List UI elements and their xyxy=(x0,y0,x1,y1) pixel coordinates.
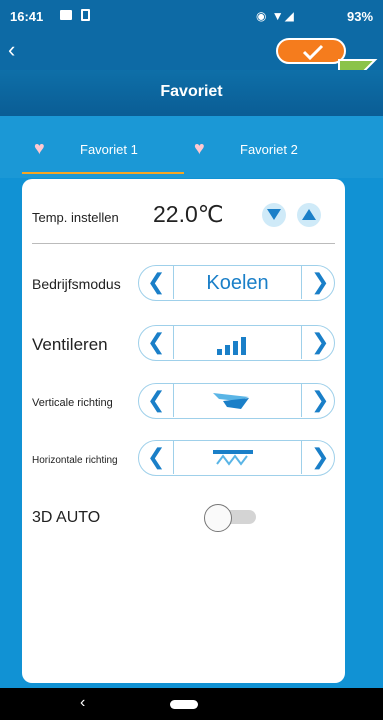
toggle-knob xyxy=(204,504,232,532)
fan-speed-bars-icon xyxy=(217,337,246,355)
vertical-vane-icon xyxy=(213,393,249,409)
mode-selector: ❮ Koelen ❯ xyxy=(138,265,335,301)
status-bar: 16:41 ◉ ▼◢ 93% xyxy=(0,0,383,32)
separator xyxy=(173,384,174,417)
horizontal-selector: ❮ ❯ xyxy=(138,440,335,476)
nav-back-button[interactable]: ‹ xyxy=(80,694,85,712)
app-header: ‹ xyxy=(0,32,383,70)
mode-value: Koelen xyxy=(206,272,269,294)
horizontal-next-button[interactable]: ❯ xyxy=(311,444,329,470)
fan-label: Ventileren xyxy=(32,335,108,354)
mode-label: Bedrijfsmodus xyxy=(32,276,121,292)
vertical-next-button[interactable]: ❯ xyxy=(311,387,329,413)
divider xyxy=(32,243,335,244)
vertical-selector: ❮ ❯ xyxy=(138,383,335,419)
separator xyxy=(301,326,302,359)
system-nav-bar: ‹ xyxy=(0,688,383,720)
triangle-down-icon xyxy=(267,209,281,220)
tab-label: Favoriet 2 xyxy=(240,142,298,157)
fan-prev-button[interactable]: ❮ xyxy=(147,329,165,355)
heart-icon: ♥ xyxy=(34,138,45,158)
3d-auto-label: 3D AUTO xyxy=(32,509,101,526)
fan-next-button[interactable]: ❯ xyxy=(311,329,329,355)
horizontal-prev-button[interactable]: ❮ xyxy=(147,444,165,470)
back-button[interactable]: ‹ xyxy=(8,36,15,64)
separator xyxy=(301,441,302,474)
horizontal-vane-icon xyxy=(213,450,253,466)
mode-next-button[interactable]: ❯ xyxy=(311,269,329,295)
separator xyxy=(301,384,302,417)
tab-favoriet-1[interactable]: ♥ Favoriet 1 xyxy=(22,134,184,174)
temperature-down-button[interactable] xyxy=(262,203,286,227)
chevron-left-icon: ‹ xyxy=(8,37,16,62)
tab-label: Favoriet 1 xyxy=(80,142,138,157)
separator xyxy=(173,326,174,359)
horizontal-label: Horizontale richting xyxy=(32,455,118,466)
nav-home-button[interactable] xyxy=(170,700,198,709)
mode-prev-button[interactable]: ❮ xyxy=(147,269,165,295)
status-time: 16:41 xyxy=(10,9,44,24)
temperature-value: 22.0℃ xyxy=(153,201,224,227)
separator xyxy=(173,441,174,474)
notification-icon-2 xyxy=(81,9,90,21)
tab-favoriet-2[interactable]: ♥ Favoriet 2 xyxy=(192,134,362,174)
check-icon xyxy=(302,44,324,61)
fan-selector: ❮ ❯ xyxy=(138,325,335,361)
battery-level: 93% xyxy=(347,9,374,24)
vertical-label: Verticale richting xyxy=(32,397,113,409)
page-title: Favoriet xyxy=(0,70,383,116)
notification-icon xyxy=(60,10,72,20)
temperature-label: Temp. instellen xyxy=(32,210,119,225)
favorite-tabs: ♥ Favoriet 1 ♥ Favoriet 2 xyxy=(0,116,383,178)
settings-card: Temp. instellen 22.0℃ Bedrijfsmodus ❮ Ko… xyxy=(22,179,345,683)
3d-auto-toggle[interactable] xyxy=(204,504,264,532)
triangle-up-icon xyxy=(302,209,316,220)
vertical-prev-button[interactable]: ❮ xyxy=(147,387,165,413)
heart-icon: ♥ xyxy=(194,138,205,158)
temperature-up-button[interactable] xyxy=(297,203,321,227)
signal-icons: ◉ ▼◢ xyxy=(256,9,295,23)
separator xyxy=(301,266,302,299)
